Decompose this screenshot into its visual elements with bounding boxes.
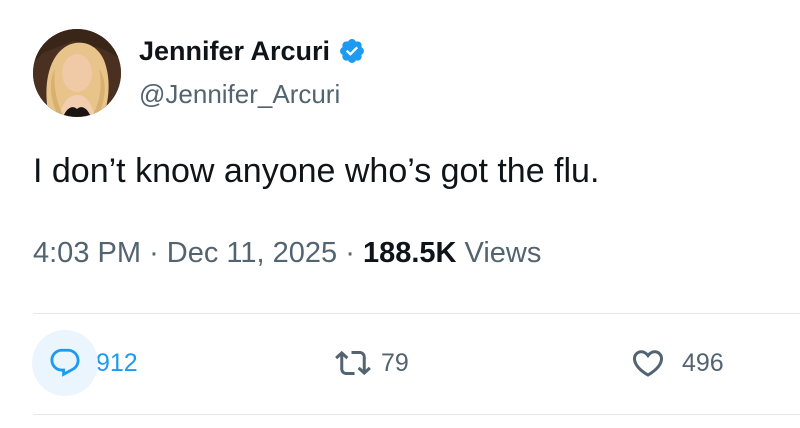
views-label: Views xyxy=(464,237,542,269)
reply-count: 912 xyxy=(96,348,138,377)
views-count: 188.5K xyxy=(362,237,457,269)
meta-separator: · xyxy=(345,237,355,269)
heart-icon xyxy=(632,350,664,377)
tweet-date[interactable]: Dec 11, 2025 xyxy=(167,237,337,269)
repost-icon xyxy=(335,350,371,376)
meta-separator: · xyxy=(149,237,159,269)
like-button[interactable]: 496 xyxy=(628,333,724,393)
repost-button[interactable]: 79 xyxy=(333,333,409,393)
author-handle[interactable]: @Jennifer_Arcuri xyxy=(139,79,340,110)
divider xyxy=(33,414,800,415)
repost-count: 79 xyxy=(381,348,409,377)
author-display-name[interactable]: Jennifer Arcuri xyxy=(139,34,366,68)
reply-icon xyxy=(50,348,80,377)
verified-badge-icon xyxy=(338,37,366,65)
reply-button[interactable]: 912 xyxy=(32,330,138,396)
avatar[interactable] xyxy=(33,29,121,117)
profile-photo xyxy=(33,29,121,117)
tweet-time[interactable]: 4:03 PM xyxy=(33,237,141,269)
tweet-metadata: 4:03 PM · Dec 11, 2025 · 188.5K Views xyxy=(33,237,541,270)
divider xyxy=(33,313,800,314)
author-name-text[interactable]: Jennifer Arcuri xyxy=(139,36,330,67)
tweet-text: I don’t know anyone who’s got the flu. xyxy=(33,152,600,190)
like-count: 496 xyxy=(682,348,724,377)
